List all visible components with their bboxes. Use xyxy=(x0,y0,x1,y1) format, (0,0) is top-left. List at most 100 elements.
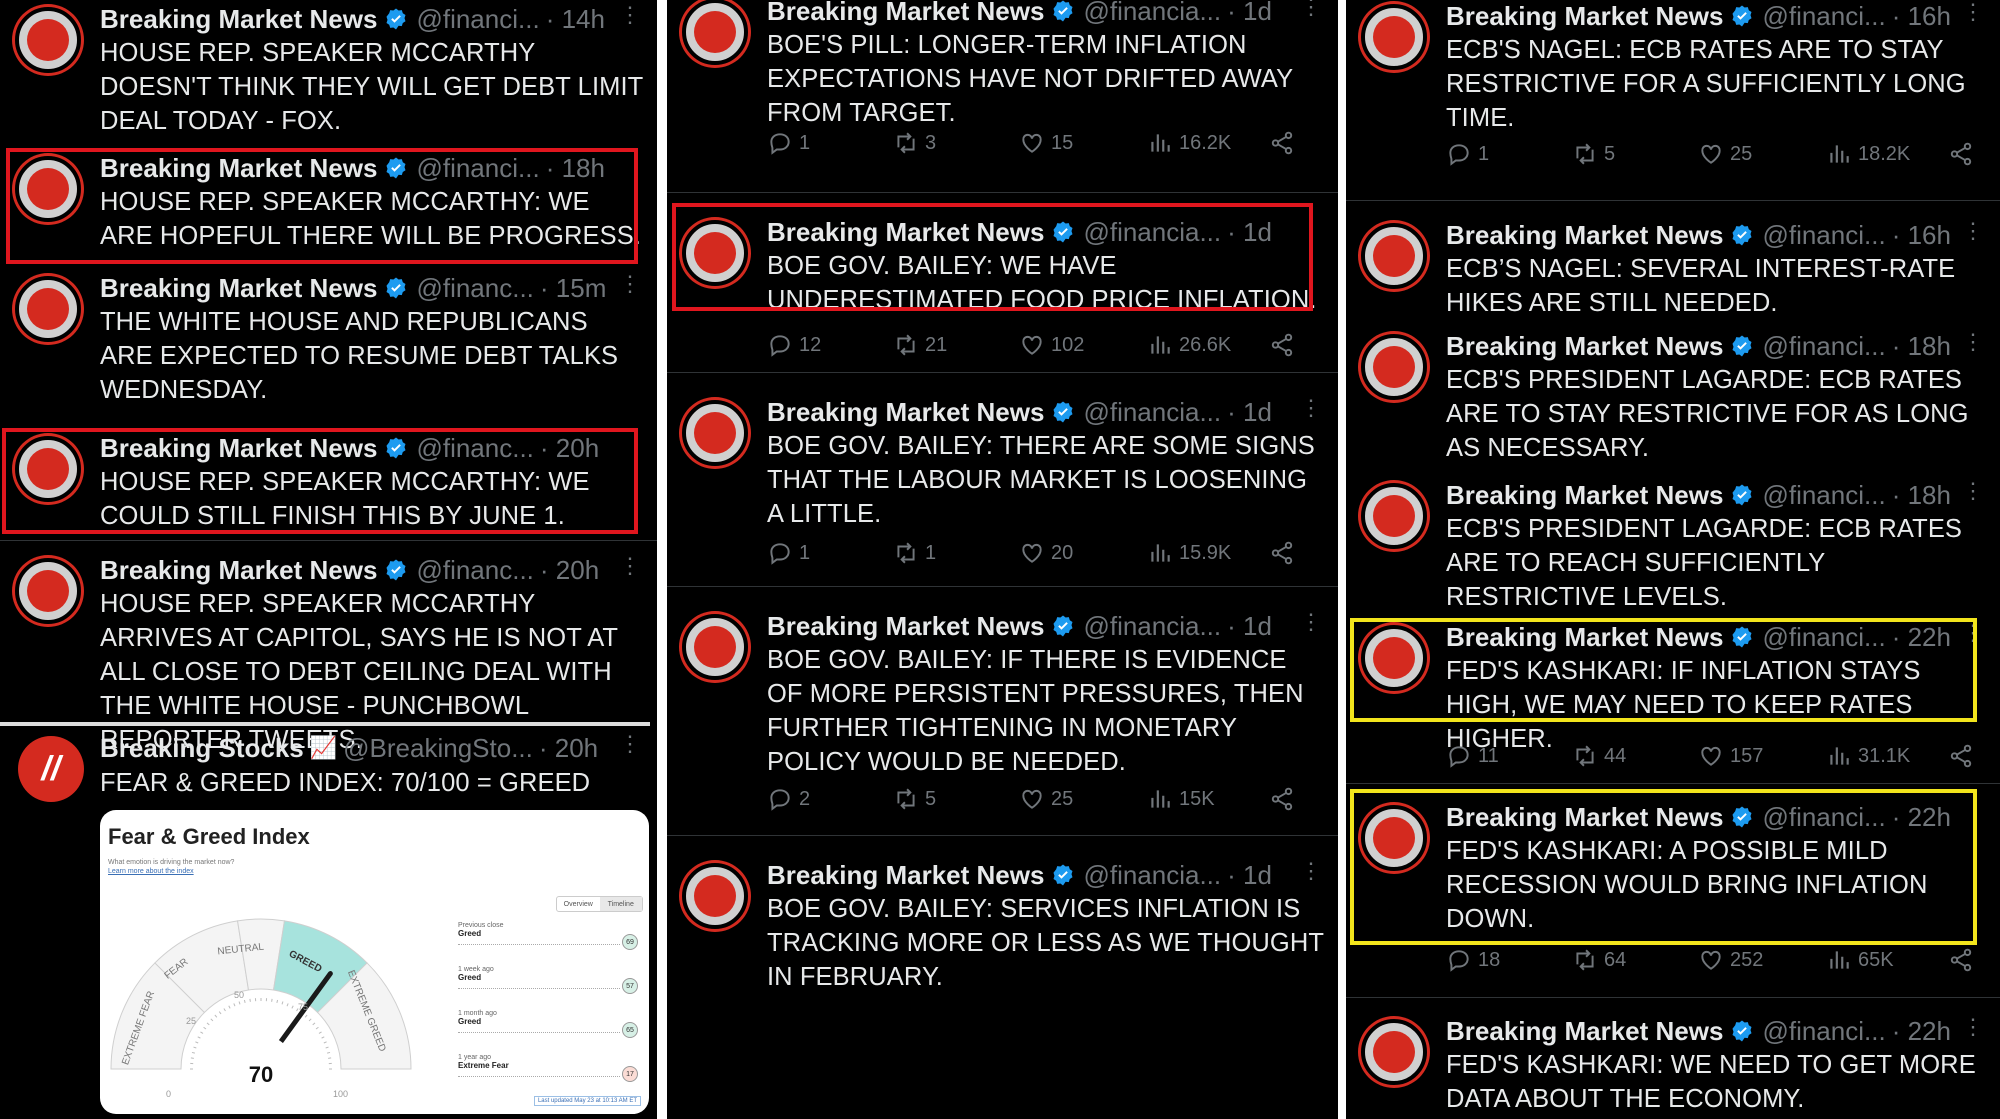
views-button[interactable]: 15K xyxy=(1147,783,1215,815)
reply-button[interactable]: 2 xyxy=(767,783,810,815)
reply-button[interactable]: 1 xyxy=(1446,138,1489,170)
views-button[interactable]: 31.1K xyxy=(1826,740,1910,772)
tweet[interactable]: Breaking Market News @financ... · 15m ⋮ … xyxy=(0,262,657,422)
like-button[interactable]: 20 xyxy=(1019,537,1073,569)
share-button[interactable] xyxy=(1269,537,1295,569)
retweet-button[interactable]: 44 xyxy=(1572,740,1626,772)
author-handle[interactable]: @financ... xyxy=(416,555,533,586)
timestamp[interactable]: · 20h xyxy=(540,555,599,586)
views-button[interactable]: 16.2K xyxy=(1147,127,1231,159)
avatar[interactable] xyxy=(1361,223,1427,289)
retweet-button[interactable]: 1 xyxy=(893,537,936,569)
timestamp[interactable]: · 14h xyxy=(546,4,605,35)
like-button[interactable]: 157 xyxy=(1698,740,1763,772)
author-handle[interactable]: @financia... xyxy=(1083,611,1221,642)
author-name[interactable]: Breaking Market News xyxy=(100,4,377,35)
author-handle[interactable]: @financi... xyxy=(1762,220,1885,251)
tweet[interactable]: Breaking Market News @financi... · 18h ⋮ ECB… xyxy=(1346,469,2000,619)
share-button[interactable] xyxy=(1948,944,1974,976)
avatar[interactable]: // xyxy=(18,736,84,802)
more-icon[interactable]: ⋮ xyxy=(1300,0,1322,20)
more-icon[interactable]: ⋮ xyxy=(1962,478,1984,504)
tab-overview[interactable]: Overview xyxy=(557,897,600,911)
tweet[interactable]: Breaking Market News @financia... · 1d ⋮ BOE… xyxy=(667,0,1338,185)
more-icon[interactable]: ⋮ xyxy=(619,2,641,28)
timestamp[interactable]: · 1d xyxy=(1227,397,1272,428)
timestamp[interactable]: · 1d xyxy=(1227,611,1272,642)
retweet-button[interactable]: 64 xyxy=(1572,944,1626,976)
avatar[interactable] xyxy=(1361,4,1427,70)
timestamp[interactable]: · 16h xyxy=(1892,220,1951,251)
avatar[interactable] xyxy=(15,276,81,342)
like-button[interactable]: 102 xyxy=(1019,329,1084,361)
retweet-button[interactable]: 5 xyxy=(1572,138,1615,170)
avatar[interactable] xyxy=(1361,1019,1427,1085)
timestamp[interactable]: · 22h xyxy=(1892,1016,1951,1047)
author-name[interactable]: Breaking Market News xyxy=(1446,480,1723,511)
more-icon[interactable]: ⋮ xyxy=(1300,858,1322,884)
author-name[interactable]: Breaking Market News xyxy=(100,555,377,586)
share-button[interactable] xyxy=(1269,329,1295,361)
reply-button[interactable]: 1 xyxy=(767,537,810,569)
avatar[interactable] xyxy=(15,7,81,73)
tab-timeline[interactable]: Timeline xyxy=(599,897,642,911)
author-name[interactable]: Breaking Market News xyxy=(1446,331,1723,362)
views-button[interactable]: 15.9K xyxy=(1147,537,1231,569)
author-handle[interactable]: @financia... xyxy=(1083,0,1221,27)
timestamp[interactable]: · 18h xyxy=(1892,331,1951,362)
more-icon[interactable]: ⋮ xyxy=(1962,218,1984,244)
author-name[interactable]: Breaking Market News xyxy=(1446,1016,1723,1047)
more-icon[interactable]: ⋮ xyxy=(1300,609,1322,635)
author-handle[interactable]: @BreakingSto... xyxy=(343,733,533,764)
more-icon[interactable]: ⋮ xyxy=(619,553,641,579)
author-name[interactable]: Breaking Stocks xyxy=(100,733,304,764)
author-handle[interactable]: @financ... xyxy=(416,273,533,304)
retweet-button[interactable]: 5 xyxy=(893,783,936,815)
reply-button[interactable]: 11 xyxy=(1446,740,1499,772)
tweet[interactable]: Breaking Market News @financi... · 14h ⋮… xyxy=(0,0,657,143)
author-handle[interactable]: @financia... xyxy=(1083,397,1221,428)
share-button[interactable] xyxy=(1948,740,1974,772)
more-icon[interactable]: ⋮ xyxy=(1962,0,1984,25)
tweet[interactable]: Breaking Market News @financi... · 22h ⋮ FED… xyxy=(1346,1005,2000,1119)
author-name[interactable]: Breaking Market News xyxy=(767,611,1044,642)
tweet[interactable]: Breaking Market News @financi... · 18h ⋮ ECB… xyxy=(1346,320,2000,470)
tweet[interactable]: Breaking Market News @financia... · 1d ⋮ BOE… xyxy=(667,600,1338,820)
like-button[interactable]: 25 xyxy=(1698,138,1752,170)
timestamp[interactable]: · 16h xyxy=(1892,1,1951,32)
author-handle[interactable]: @financia... xyxy=(1083,860,1221,891)
timestamp[interactable]: · 18h xyxy=(1892,480,1951,511)
avatar[interactable] xyxy=(1361,483,1427,549)
avatar[interactable] xyxy=(1361,334,1427,400)
tweet[interactable]: Breaking Market News @financia... · 1d ⋮ BOE… xyxy=(667,849,1338,1119)
more-icon[interactable]: ⋮ xyxy=(1300,395,1322,421)
author-handle[interactable]: @financi... xyxy=(1762,480,1885,511)
reply-button[interactable]: 18 xyxy=(1446,944,1500,976)
more-icon[interactable]: ⋮ xyxy=(619,271,641,297)
view-toggle[interactable]: Overview Timeline xyxy=(556,896,643,912)
avatar[interactable] xyxy=(682,0,748,65)
views-button[interactable]: 65K xyxy=(1826,944,1894,976)
author-handle[interactable]: @financi... xyxy=(1762,1016,1885,1047)
fear-greed-card[interactable]: Fear & Greed Index What emotion is drivi… xyxy=(100,810,649,1114)
author-name[interactable]: Breaking Market News xyxy=(100,273,377,304)
timestamp[interactable]: · 15m xyxy=(540,273,606,304)
reply-button[interactable]: 1 xyxy=(767,127,810,159)
share-button[interactable] xyxy=(1948,138,1974,170)
author-name[interactable]: Breaking Market News xyxy=(767,397,1044,428)
timestamp[interactable]: · 20h xyxy=(539,733,598,764)
retweet-button[interactable]: 3 xyxy=(893,127,936,159)
like-button[interactable]: 15 xyxy=(1019,127,1073,159)
views-button[interactable]: 26.6K xyxy=(1147,329,1231,361)
timestamp[interactable]: · 1d xyxy=(1227,0,1272,27)
more-icon[interactable]: ⋮ xyxy=(619,731,641,757)
author-name[interactable]: Breaking Market News xyxy=(767,860,1044,891)
share-button[interactable] xyxy=(1269,783,1295,815)
tweet[interactable]: Breaking Market News @financ... · 20h ⋮ … xyxy=(0,544,657,754)
avatar[interactable] xyxy=(682,614,748,680)
reply-button[interactable]: 12 xyxy=(767,329,821,361)
author-handle[interactable]: @financi... xyxy=(416,4,539,35)
share-button[interactable] xyxy=(1269,127,1295,159)
tweet[interactable]: Breaking Market News @financi... · 16h ⋮ ECB… xyxy=(1346,209,2000,322)
more-icon[interactable]: ⋮ xyxy=(1962,329,1984,355)
